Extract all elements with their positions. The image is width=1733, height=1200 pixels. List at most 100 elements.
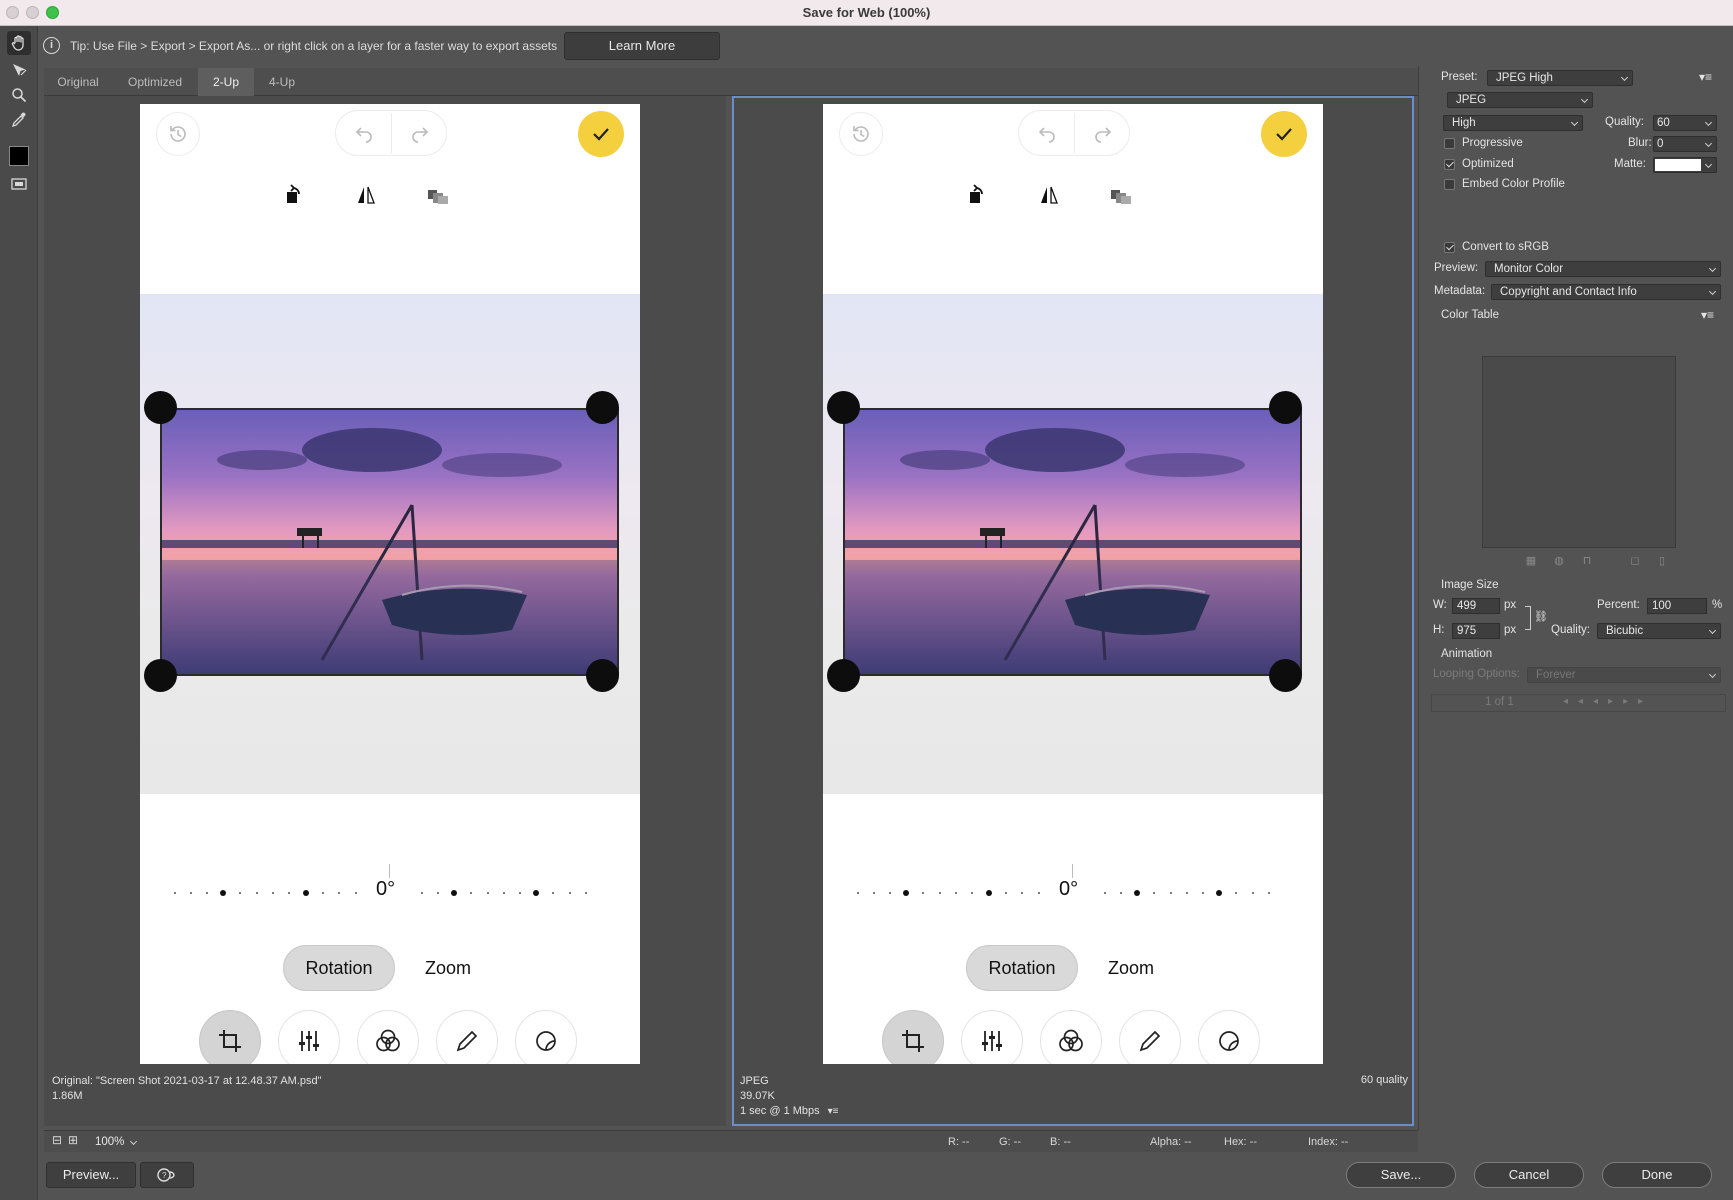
- image-size-label: Image Size: [1441, 579, 1499, 591]
- metadata-dropdown[interactable]: Copyright and Contact Info: [1491, 284, 1721, 300]
- resample-quality-dropdown[interactable]: Bicubic: [1597, 623, 1721, 639]
- view-tabs: Original Optimized 2-Up 4-Up: [44, 68, 1418, 96]
- filters-icon: [376, 1029, 400, 1052]
- lock-color-icon[interactable]: ⊓: [1581, 555, 1593, 567]
- matte-dropdown[interactable]: [1653, 157, 1717, 173]
- crop-handle-bottom-right: [586, 659, 619, 692]
- magnifier-icon: [12, 88, 27, 103]
- undo-redo-pill: [1018, 110, 1130, 156]
- zoom-in-icon[interactable]: ⊞: [68, 1134, 78, 1146]
- aspect-ratio-icon: [1111, 190, 1131, 204]
- web-shift-icon[interactable]: ◍: [1553, 555, 1565, 567]
- pencil-icon: [456, 1030, 478, 1052]
- history-button: [156, 112, 200, 156]
- animation-label: Animation: [1441, 648, 1493, 660]
- blue-readout: B: --: [1050, 1136, 1071, 1148]
- optimized-checkbox[interactable]: [1444, 159, 1455, 170]
- color-table: [1482, 356, 1676, 548]
- crop-photo: [160, 408, 619, 676]
- width-input[interactable]: 499: [1452, 598, 1500, 614]
- sliders-icon: [299, 1031, 319, 1051]
- color-swatch: [9, 146, 29, 166]
- rotation-degree: 0°: [1059, 878, 1079, 900]
- info-icon: i: [43, 37, 60, 54]
- cancel-button[interactable]: Cancel: [1474, 1162, 1584, 1188]
- map-transparent-icon[interactable]: ▦: [1525, 555, 1537, 567]
- format-dropdown[interactable]: JPEG: [1447, 92, 1593, 108]
- quality-input[interactable]: 60: [1653, 115, 1717, 131]
- sticker-icon: [536, 1031, 556, 1051]
- save-button[interactable]: Save...: [1346, 1162, 1456, 1188]
- blur-label: Blur:: [1628, 137, 1652, 149]
- zoom-tool[interactable]: [7, 83, 31, 107]
- zoom-level-dropdown[interactable]: 100%: [86, 1134, 142, 1150]
- learn-more-button[interactable]: Learn More: [564, 32, 720, 60]
- tool-palette: [0, 26, 38, 1200]
- width-label: W:: [1433, 599, 1447, 611]
- slice-select-tool[interactable]: [7, 58, 31, 82]
- preview-label: Preview:: [1434, 262, 1479, 274]
- sliders-icon: [982, 1031, 1002, 1051]
- tab-2-up[interactable]: 2-Up: [198, 68, 254, 96]
- original-filename: Original: "Screen Shot 2021-03-17 at 12.…: [52, 1075, 322, 1087]
- optimized-pane[interactable]: 0° Rotation Zoom JPEG 39.07K 1 sec @ 1 M…: [732, 96, 1414, 1126]
- check-icon: [593, 128, 609, 141]
- download-speed: 1 sec @ 1 Mbps: [740, 1105, 820, 1117]
- history-icon: [170, 126, 186, 142]
- slice-select-icon: [13, 64, 27, 76]
- width-unit: px: [1504, 599, 1517, 611]
- original-pane[interactable]: 0° Rotation Zoom Original: "Screen Shot …: [44, 96, 726, 1126]
- redo-button: [392, 111, 447, 155]
- crop-tool-button: [199, 1010, 261, 1064]
- hand-tool[interactable]: [7, 31, 31, 55]
- hand-icon: [11, 35, 24, 51]
- color-table-menu-icon[interactable]: ▾≡: [1701, 308, 1714, 322]
- looping-options-dropdown[interactable]: Forever: [1527, 667, 1721, 683]
- alpha-readout: Alpha: --: [1150, 1136, 1192, 1148]
- new-color-icon[interactable]: ◻: [1629, 555, 1641, 567]
- optimized-label: Optimized: [1462, 158, 1514, 170]
- flip-icon: [1041, 186, 1058, 204]
- window-titlebar: Save for Web (100%): [0, 0, 1733, 26]
- rotate-icon: [287, 184, 300, 203]
- crop-handle-bottom-right: [1269, 659, 1302, 692]
- rotation-tab: Rotation: [283, 945, 395, 991]
- tab-original[interactable]: Original: [44, 68, 112, 96]
- window-title: Save for Web (100%): [802, 5, 931, 20]
- frame-nav-controls[interactable]: ◂◂◂▸▸▸: [1563, 696, 1653, 707]
- eyedropper-color-swatch[interactable]: [7, 144, 31, 168]
- sticker-tool-button: [515, 1010, 577, 1064]
- confirm-check-button: [1261, 111, 1307, 157]
- device-central-button[interactable]: ?: [140, 1162, 194, 1188]
- phone-screenshot: 0° Rotation Zoom: [823, 104, 1323, 1064]
- progressive-checkbox[interactable]: [1444, 138, 1455, 149]
- tab-optimized[interactable]: Optimized: [112, 68, 198, 96]
- preset-menu-icon[interactable]: ▾≡: [1699, 70, 1712, 84]
- undo-button: [1019, 111, 1074, 155]
- toggle-slices-visibility[interactable]: [7, 172, 31, 196]
- embed-color-profile-checkbox[interactable]: [1444, 179, 1455, 190]
- looping-options-label: Looping Options:: [1433, 668, 1520, 680]
- preview-dropdown[interactable]: Monitor Color: [1485, 261, 1721, 277]
- zoom-out-icon[interactable]: ⊟: [52, 1134, 62, 1146]
- height-unit: px: [1504, 624, 1517, 636]
- history-icon: [853, 126, 869, 142]
- compression-dropdown[interactable]: High: [1443, 115, 1583, 131]
- pencil-icon: [1139, 1030, 1161, 1052]
- height-input[interactable]: 975: [1452, 623, 1500, 639]
- green-readout: G: --: [999, 1136, 1021, 1148]
- link-icon[interactable]: ⛓: [1534, 610, 1548, 623]
- done-button[interactable]: Done: [1602, 1162, 1712, 1188]
- delete-color-icon[interactable]: ▯: [1656, 555, 1668, 567]
- phone-screenshot: 0° Rotation Zoom: [140, 104, 640, 1064]
- browser-preview-icon: ?: [157, 1168, 175, 1182]
- percent-input[interactable]: 100: [1647, 598, 1707, 614]
- preview-button[interactable]: Preview...: [46, 1162, 136, 1188]
- eyedropper-tool[interactable]: [7, 108, 31, 132]
- markup-tool-button: [436, 1010, 498, 1064]
- convert-srgb-checkbox[interactable]: [1444, 242, 1455, 253]
- tab-4-up[interactable]: 4-Up: [254, 68, 310, 96]
- blur-input[interactable]: 0: [1653, 136, 1717, 152]
- preset-dropdown[interactable]: JPEG High: [1487, 70, 1633, 86]
- download-speed-menu-icon[interactable]: ▾≡: [828, 1104, 839, 1119]
